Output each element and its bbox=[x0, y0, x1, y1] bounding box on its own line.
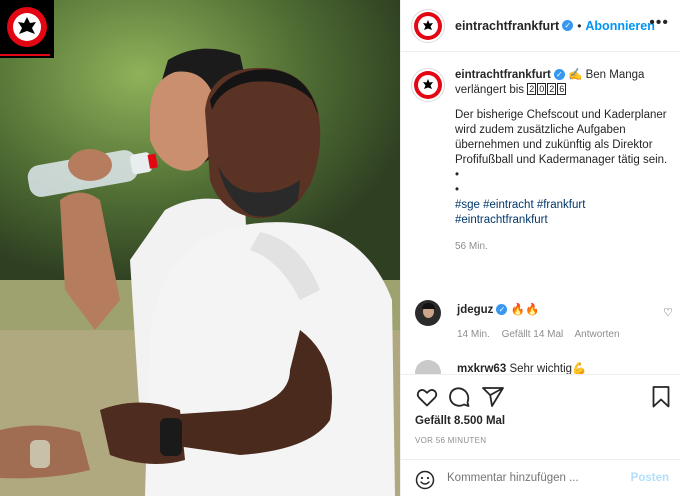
eagle-crest-icon bbox=[7, 7, 47, 47]
verified-badge-icon: ✓ bbox=[553, 69, 565, 81]
comment-body: mxkrw63 Sehr wichtig💪 bbox=[457, 361, 586, 374]
verified-badge-icon: ✓ bbox=[496, 304, 508, 316]
post-caption: eintrachtfrankfurt ✓ ✍️ Ben Manga verläng… bbox=[411, 68, 673, 254]
eagle-icon bbox=[423, 79, 433, 89]
commenter-avatar[interactable] bbox=[415, 300, 441, 326]
caption-headline: eintrachtfrankfurt ✓ ✍️ Ben Manga verläng… bbox=[455, 68, 673, 98]
add-comment-bar: Posten bbox=[401, 459, 680, 496]
avatar-ring bbox=[414, 71, 442, 99]
comment-meta: 14 Min. Gefällt 14 Mal Antworten bbox=[457, 329, 629, 340]
caption-bullet: • bbox=[455, 169, 460, 181]
avatar-hair bbox=[422, 303, 435, 309]
commenter-avatar[interactable] bbox=[415, 360, 441, 374]
emoji-icon[interactable] bbox=[415, 470, 435, 490]
comment-heart-icon[interactable]: ♡ bbox=[663, 306, 673, 319]
profile-avatar[interactable] bbox=[411, 8, 445, 43]
club-logo bbox=[0, 0, 54, 58]
caption-hashtags[interactable]: #eintrachtfrankfurt bbox=[455, 213, 673, 228]
follow-button[interactable]: Abonnieren bbox=[585, 19, 654, 33]
eagle-crest-icon bbox=[418, 15, 438, 36]
photo-scene bbox=[0, 0, 400, 496]
comment-input[interactable] bbox=[447, 472, 617, 484]
logo-underline bbox=[0, 54, 50, 56]
year-digit: 0 bbox=[537, 83, 547, 95]
caption-body: Der bisherige Chefscout und Kaderplaner … bbox=[455, 109, 668, 166]
year-digit: 2 bbox=[547, 83, 557, 95]
comment-item: mxkrw63 Sehr wichtig💪 bbox=[415, 358, 673, 374]
comment-body: jdeguz ✓ 🔥🔥 bbox=[457, 302, 539, 316]
heart-icon[interactable] bbox=[415, 385, 439, 409]
post-actions: Gefällt 8.500 Mal VOR 56 MINUTEN Posten bbox=[401, 374, 680, 496]
caption-timestamp: 56 Min. bbox=[455, 241, 488, 252]
year-keycaps: 2026 bbox=[527, 83, 567, 96]
comment-likes[interactable]: Gefällt 14 Mal bbox=[502, 329, 564, 340]
header-username[interactable]: eintrachtfrankfurt bbox=[455, 19, 559, 33]
year-digit: 2 bbox=[527, 83, 537, 95]
comment-text: 🔥🔥 bbox=[510, 304, 540, 316]
post-image[interactable] bbox=[0, 0, 400, 496]
post-age: VOR 56 MINUTEN bbox=[415, 436, 487, 445]
eagle-crest-icon bbox=[418, 75, 438, 95]
more-horizontal-icon[interactable]: ••• bbox=[649, 14, 669, 32]
comment-username[interactable]: mxkrw63 bbox=[457, 363, 506, 374]
avatar-ring bbox=[414, 11, 442, 40]
header-separator: • bbox=[577, 18, 582, 33]
bookmark-icon[interactable] bbox=[651, 385, 671, 409]
caption-username[interactable]: eintrachtfrankfurt bbox=[455, 69, 551, 81]
share-icon[interactable] bbox=[481, 385, 505, 409]
post-button[interactable]: Posten bbox=[631, 472, 669, 484]
reply-button[interactable]: Antworten bbox=[575, 329, 620, 340]
verified-badge-icon: ✓ bbox=[562, 20, 574, 31]
comment-text: Sehr wichtig💪 bbox=[509, 363, 587, 374]
post-side-panel: eintrachtfrankfurt ✓ • Abonnieren ••• ei… bbox=[400, 0, 680, 496]
year-digit: 6 bbox=[557, 83, 567, 95]
caption-hashtags[interactable]: #sge #eintracht #frankfurt bbox=[455, 198, 673, 213]
likes-count[interactable]: Gefällt 8.500 Mal bbox=[415, 415, 505, 427]
post-header: eintrachtfrankfurt ✓ • Abonnieren ••• bbox=[401, 0, 680, 52]
comment-time: 14 Min. bbox=[457, 329, 490, 340]
caption-text: eintrachtfrankfurt ✓ ✍️ Ben Manga verläng… bbox=[455, 68, 673, 254]
comment-username[interactable]: jdeguz bbox=[457, 304, 493, 316]
eagle-icon bbox=[423, 19, 433, 30]
caption-avatar[interactable] bbox=[411, 68, 445, 102]
comment-icon[interactable] bbox=[447, 385, 471, 409]
caption-bullet: • bbox=[455, 184, 460, 196]
action-icons bbox=[415, 385, 671, 409]
